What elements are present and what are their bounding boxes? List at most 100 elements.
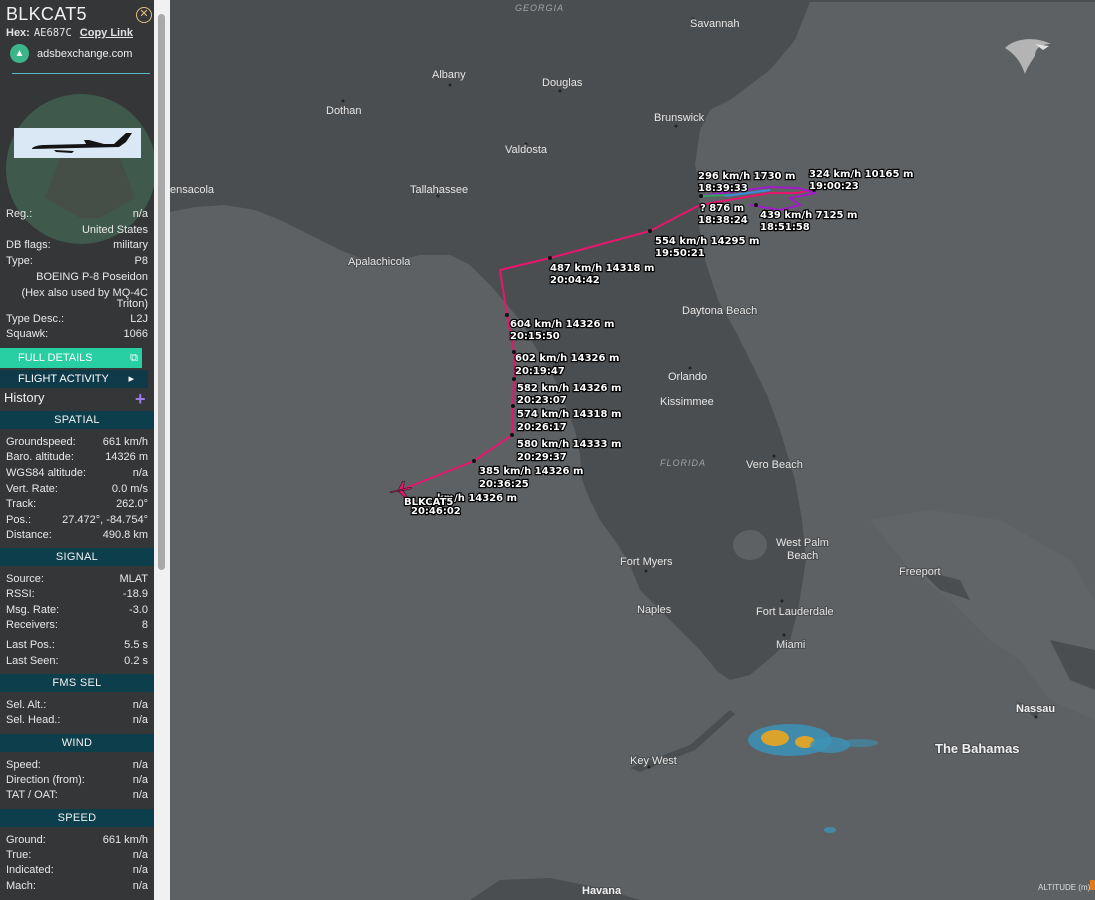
track-label-5-l2: 19:50:21 xyxy=(655,248,705,259)
photo-shadow xyxy=(45,158,135,218)
track-label-7-l2: 20:15:50 xyxy=(510,331,560,342)
track-label-4-l2: 18:51:58 xyxy=(760,222,810,233)
row-value: n/a xyxy=(132,759,148,771)
row-value: n/a xyxy=(132,864,148,876)
row-value: n/a xyxy=(132,789,148,801)
city-dothan: Dothan xyxy=(326,105,361,117)
row-key: Vert. Rate: xyxy=(6,483,58,495)
track-label-12-l1: 385 km/h 14326 m xyxy=(479,466,583,477)
airplane-silhouette-icon xyxy=(32,133,132,153)
row-value: n/a xyxy=(132,774,148,786)
squawk-label: Squawk: xyxy=(6,328,49,340)
aircraft-info-panel: BLKCAT5 ✕ Hex: AE687C Copy Link ▲ adsbexch… xyxy=(0,0,154,900)
type-label: Type: xyxy=(6,255,33,267)
altitude-legend-label: ALTITUDE (m) xyxy=(1038,883,1091,892)
close-icon[interactable]: ✕ xyxy=(136,7,152,23)
section-header-signal: SIGNAL xyxy=(0,548,154,566)
map-canvas[interactable]: GEORGIA FLORIDA Savannah Albany Douglas … xyxy=(169,0,1095,900)
hex-row: Hex: AE687C Copy Link xyxy=(6,27,133,39)
row-value: 661 km/h xyxy=(102,436,148,448)
row-key: Sel. Head.: xyxy=(6,714,61,726)
flight-activity-button[interactable]: FLIGHT ACTIVITY ▸ xyxy=(0,370,148,388)
altitude-legend-bar[interactable] xyxy=(1090,880,1095,890)
track-label-4-l1: 439 km/h 7125 m xyxy=(760,210,857,221)
track-label-10-l2: 20:26:17 xyxy=(517,422,567,433)
row-value: 490.8 km xyxy=(102,529,148,541)
row-key: Distance: xyxy=(6,529,52,541)
city-west-palm-1: West Palm xyxy=(776,537,829,549)
city-apalachicola: Apalachicola xyxy=(348,256,411,268)
divider xyxy=(12,73,150,74)
row-key: TAT / OAT: xyxy=(6,789,58,801)
country-bahamas: The Bahamas xyxy=(935,741,1020,756)
track-label-2-l2: 19:00:23 xyxy=(809,181,859,192)
city-daytona-beach: Daytona Beach xyxy=(682,305,757,317)
track-label-3-l1: ? 876 m xyxy=(700,203,744,214)
row-key: True: xyxy=(6,849,32,861)
city-brunswick: Brunswick xyxy=(654,112,705,124)
copy-link[interactable]: Copy Link xyxy=(80,27,133,39)
section-header-speed: SPEED xyxy=(0,809,154,827)
aircraft-photo[interactable] xyxy=(14,128,141,158)
track-label-8-l2: 20:19:47 xyxy=(515,366,565,377)
city-kissimmee: Kissimmee xyxy=(660,396,714,408)
section-header-fms: FMS SEL xyxy=(0,674,154,692)
squawk-value: 1066 xyxy=(123,328,148,340)
track-label-5-l1: 554 km/h 14295 m xyxy=(655,236,759,247)
region-label-florida: FLORIDA xyxy=(660,458,706,468)
source-site[interactable]: adsbexchange.com xyxy=(37,48,132,60)
city-douglas: Douglas xyxy=(542,77,583,89)
type-value: P8 xyxy=(134,255,148,267)
row-value: 27.472°, -84.754° xyxy=(62,514,148,526)
plus-icon[interactable]: + xyxy=(135,390,146,408)
info-type-note-2: Triton) xyxy=(116,298,148,310)
section-header-spatial: SPATIAL xyxy=(0,411,154,429)
row-value: n/a xyxy=(132,849,148,861)
callsign: BLKCAT5 xyxy=(6,4,87,24)
track-label-3-l2: 18:38:24 xyxy=(698,215,748,226)
row-value: 262.0° xyxy=(116,498,148,510)
track-label-2-l1: 324 km/h 10165 m xyxy=(809,169,913,180)
row-key: RSSI: xyxy=(6,588,35,600)
row-value: n/a xyxy=(132,699,148,711)
hex-label: Hex: xyxy=(6,27,30,39)
full-details-label: FULL DETAILS xyxy=(18,352,93,364)
chevron-right-icon: ▸ xyxy=(128,373,134,385)
region-label-georgia: GEORGIA xyxy=(515,3,564,13)
city-freeport: Freeport xyxy=(899,566,941,578)
city-vero-beach: Vero Beach xyxy=(746,459,803,471)
row-value: -18.9 xyxy=(122,588,148,600)
reg-value: n/a xyxy=(132,208,148,220)
row-value: 14326 m xyxy=(105,451,148,463)
row-value: 0.2 s xyxy=(124,655,148,667)
full-details-button[interactable]: FULL DETAILS ⧉ xyxy=(0,348,142,368)
map-view[interactable]: GEORGIA FLORIDA Savannah Albany Douglas … xyxy=(169,0,1095,900)
history-label[interactable]: History xyxy=(4,390,44,405)
sidebar-scroll-thumb[interactable] xyxy=(158,14,165,570)
row-key: Baro. altitude: xyxy=(6,451,74,463)
city-naples: Naples xyxy=(637,604,672,616)
info-type-name: BOEING P-8 Poseidon xyxy=(36,271,148,283)
row-key: Speed: xyxy=(6,759,41,771)
hex-value: AE687C xyxy=(33,27,72,39)
adsbexchange-logo-icon: ▲ xyxy=(10,44,29,63)
row-value: 0.0 m/s xyxy=(111,483,148,495)
aircraft-callsign-label: BLKCAT5 xyxy=(404,497,453,508)
source-link[interactable]: ▲ adsbexchange.com xyxy=(10,44,132,63)
track-label-9-l1: 582 km/h 14326 m xyxy=(517,383,621,394)
adsb-exchange-app: GEORGIA FLORIDA Savannah Albany Douglas … xyxy=(0,0,1095,900)
row-key: Last Seen: xyxy=(6,655,59,667)
row-value: 661 km/h xyxy=(102,834,148,846)
track-label-1-l2: 18:39:33 xyxy=(698,183,748,194)
city-tallahassee: Tallahassee xyxy=(410,184,468,196)
row-key: Pos.: xyxy=(6,514,32,526)
row-key: Last Pos.: xyxy=(6,639,55,651)
row-key: Msg. Rate: xyxy=(6,604,60,616)
row-key: Track: xyxy=(6,498,37,510)
city-key-west: Key West xyxy=(630,755,677,767)
row-value: -3.0 xyxy=(129,604,148,616)
dbflags-value: military xyxy=(113,239,148,251)
track-label-7-l1: 604 km/h 14326 m xyxy=(510,319,614,330)
track-label-11-l1: 580 km/h 14333 m xyxy=(517,439,621,450)
track-label-6-l2: 20:04:42 xyxy=(550,275,600,286)
